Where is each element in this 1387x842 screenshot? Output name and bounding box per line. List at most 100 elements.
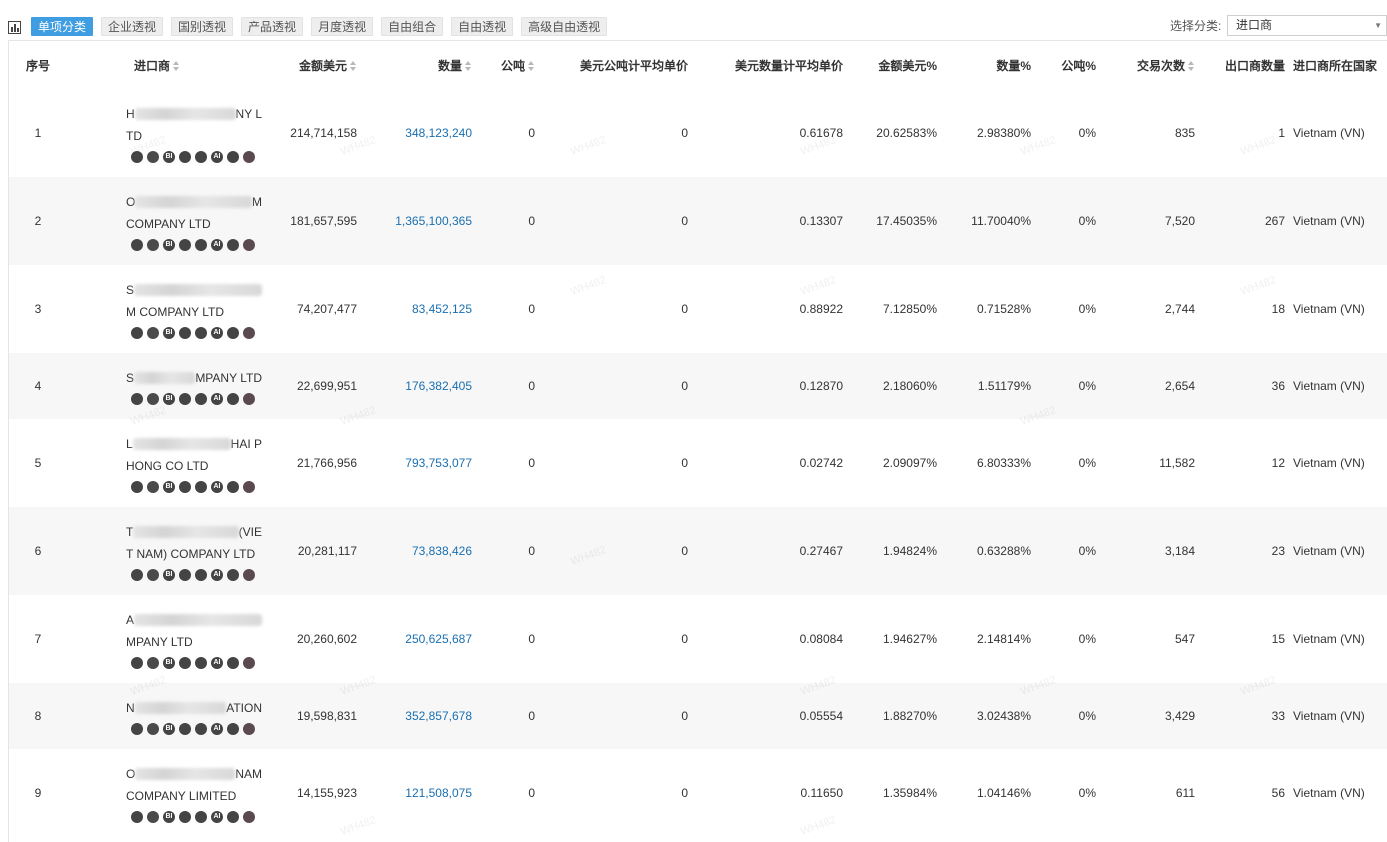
target-icon[interactable] xyxy=(131,393,143,405)
quantity-link[interactable]: 176,382,405 xyxy=(357,353,472,419)
tab-country-view[interactable]: 国别透视 xyxy=(171,17,234,36)
people-icon[interactable] xyxy=(227,481,239,493)
people-icon[interactable] xyxy=(227,151,239,163)
bi-icon[interactable]: BI xyxy=(163,657,175,669)
ai-icon[interactable]: AI xyxy=(211,239,223,251)
globe-icon[interactable] xyxy=(195,657,207,669)
header-tons[interactable]: 公吨 xyxy=(472,41,535,89)
circle-icon[interactable] xyxy=(179,393,191,405)
bi-icon[interactable]: BI xyxy=(163,569,175,581)
bi-icon[interactable]: BI xyxy=(163,393,175,405)
target-icon[interactable] xyxy=(131,239,143,251)
bi-icon[interactable]: BI xyxy=(163,723,175,735)
importer-cell[interactable]: T (VIE T NAM) COMPANY LTD BI AI xyxy=(67,507,262,595)
compass-icon[interactable] xyxy=(147,239,159,251)
network-icon[interactable] xyxy=(243,723,255,735)
globe-icon[interactable] xyxy=(195,151,207,163)
network-icon[interactable] xyxy=(243,811,255,823)
quantity-link[interactable]: 250,625,687 xyxy=(357,595,472,683)
target-icon[interactable] xyxy=(131,657,143,669)
bar-chart-icon[interactable] xyxy=(8,21,21,34)
network-icon[interactable] xyxy=(243,481,255,493)
network-icon[interactable] xyxy=(243,327,255,339)
sort-icon[interactable] xyxy=(173,60,180,72)
sort-icon[interactable] xyxy=(1188,60,1195,72)
circle-icon[interactable] xyxy=(179,569,191,581)
quantity-link[interactable]: 348,123,240 xyxy=(357,89,472,177)
circle-icon[interactable] xyxy=(179,151,191,163)
globe-icon[interactable] xyxy=(195,327,207,339)
compass-icon[interactable] xyxy=(147,151,159,163)
bi-icon[interactable]: BI xyxy=(163,239,175,251)
bi-icon[interactable]: BI xyxy=(163,481,175,493)
network-icon[interactable] xyxy=(243,239,255,251)
importer-cell[interactable]: N ATION BI AI xyxy=(67,683,262,749)
importer-cell[interactable]: S MPANY LTD BI AI xyxy=(67,353,262,419)
header-transactions[interactable]: 交易次数 xyxy=(1096,41,1195,89)
importer-cell[interactable]: H NY L TD BI AI xyxy=(67,89,262,177)
people-icon[interactable] xyxy=(227,239,239,251)
header-amount-usd[interactable]: 金额美元 xyxy=(262,41,357,89)
people-icon[interactable] xyxy=(227,723,239,735)
people-icon[interactable] xyxy=(227,657,239,669)
globe-icon[interactable] xyxy=(195,239,207,251)
target-icon[interactable] xyxy=(131,481,143,493)
compass-icon[interactable] xyxy=(147,657,159,669)
sort-icon[interactable] xyxy=(350,60,357,72)
circle-icon[interactable] xyxy=(179,657,191,669)
quantity-link[interactable]: 1,365,100,365 xyxy=(357,177,472,265)
ai-icon[interactable]: AI xyxy=(211,657,223,669)
quantity-link[interactable]: 83,452,125 xyxy=(357,265,472,353)
globe-icon[interactable] xyxy=(195,393,207,405)
ai-icon[interactable]: AI xyxy=(211,811,223,823)
importer-cell[interactable]: O NAM COMPANY LIMITED BI AI xyxy=(67,749,262,837)
people-icon[interactable] xyxy=(227,569,239,581)
quantity-link[interactable]: 793,753,077 xyxy=(357,419,472,507)
sort-icon[interactable] xyxy=(465,60,472,72)
quantity-link[interactable]: 121,508,075 xyxy=(357,749,472,837)
compass-icon[interactable] xyxy=(147,327,159,339)
compass-icon[interactable] xyxy=(147,393,159,405)
bi-icon[interactable]: BI xyxy=(163,151,175,163)
category-select[interactable]: 进口商 ▼ xyxy=(1227,15,1387,36)
network-icon[interactable] xyxy=(243,151,255,163)
quantity-link[interactable]: 73,838,426 xyxy=(357,507,472,595)
network-icon[interactable] xyxy=(243,569,255,581)
ai-icon[interactable]: AI xyxy=(211,393,223,405)
target-icon[interactable] xyxy=(131,723,143,735)
people-icon[interactable] xyxy=(227,327,239,339)
importer-cell[interactable]: L HAI P HONG CO LTD BI AI xyxy=(67,419,262,507)
people-icon[interactable] xyxy=(227,811,239,823)
bi-icon[interactable]: BI xyxy=(163,811,175,823)
circle-icon[interactable] xyxy=(179,723,191,735)
network-icon[interactable] xyxy=(243,393,255,405)
target-icon[interactable] xyxy=(131,811,143,823)
tab-company-view[interactable]: 企业透视 xyxy=(101,17,164,36)
circle-icon[interactable] xyxy=(179,481,191,493)
globe-icon[interactable] xyxy=(195,811,207,823)
header-importer[interactable]: 进口商 xyxy=(67,41,262,89)
quantity-link[interactable]: 352,857,678 xyxy=(357,683,472,749)
compass-icon[interactable] xyxy=(147,481,159,493)
circle-icon[interactable] xyxy=(179,811,191,823)
target-icon[interactable] xyxy=(131,327,143,339)
compass-icon[interactable] xyxy=(147,811,159,823)
tab-monthly-view[interactable]: 月度透视 xyxy=(311,17,374,36)
tab-single-category[interactable]: 单项分类 xyxy=(31,17,94,36)
tab-product-view[interactable]: 产品透视 xyxy=(241,17,304,36)
target-icon[interactable] xyxy=(131,569,143,581)
compass-icon[interactable] xyxy=(147,569,159,581)
ai-icon[interactable]: AI xyxy=(211,481,223,493)
globe-icon[interactable] xyxy=(195,481,207,493)
ai-icon[interactable]: AI xyxy=(211,569,223,581)
target-icon[interactable] xyxy=(131,151,143,163)
ai-icon[interactable]: AI xyxy=(211,151,223,163)
header-quantity[interactable]: 数量 xyxy=(357,41,472,89)
tab-free-pivot[interactable]: 自由透视 xyxy=(451,17,514,36)
circle-icon[interactable] xyxy=(179,239,191,251)
globe-icon[interactable] xyxy=(195,723,207,735)
tab-advanced-free-pivot[interactable]: 高级自由透视 xyxy=(521,17,608,36)
importer-cell[interactable]: A MPANY LTD BI AI xyxy=(67,595,262,683)
people-icon[interactable] xyxy=(227,393,239,405)
tab-free-combination[interactable]: 自由组合 xyxy=(381,17,444,36)
